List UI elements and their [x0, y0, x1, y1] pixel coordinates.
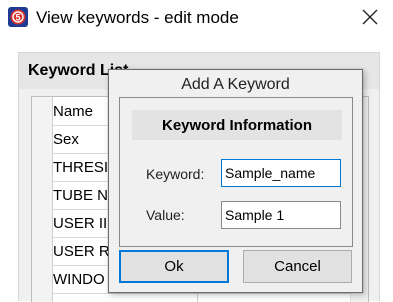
value-input[interactable]: [221, 201, 341, 229]
cancel-button[interactable]: Cancel: [243, 250, 352, 283]
table-cell: Sex: [53, 131, 79, 148]
add-keyword-dialog: Add A Keyword Keyword Information Keywor…: [108, 69, 363, 293]
keyword-info-header: Keyword Information: [132, 110, 342, 140]
table-cell: WINDO: [53, 271, 105, 288]
keyword-info-title: Keyword Information: [161, 117, 312, 134]
value-label: Value:: [146, 207, 185, 223]
table-cell: THRESI: [53, 159, 109, 176]
table-cell: USER R: [53, 243, 110, 260]
row-header-column: [32, 97, 53, 302]
app-badge-icon: 5: [8, 7, 28, 27]
table-cell: USER II: [53, 215, 108, 232]
ok-button[interactable]: Ok: [119, 250, 229, 283]
svg-text:5: 5: [15, 13, 20, 23]
dialog-title: Add A Keyword: [181, 76, 290, 93]
column-header-name: Name: [53, 103, 94, 120]
close-icon: [362, 9, 378, 25]
window-titlebar: 5 View keywords - edit mode: [0, 0, 393, 36]
keyword-input[interactable]: [221, 159, 341, 187]
window-title: View keywords - edit mode: [36, 8, 239, 27]
table-cell: TUBE N: [53, 187, 109, 204]
keyword-label: Keyword:: [146, 166, 205, 182]
window-close-button[interactable]: [347, 0, 393, 36]
keyword-info-frame: Keyword Information Keyword: Value:: [119, 97, 353, 247]
